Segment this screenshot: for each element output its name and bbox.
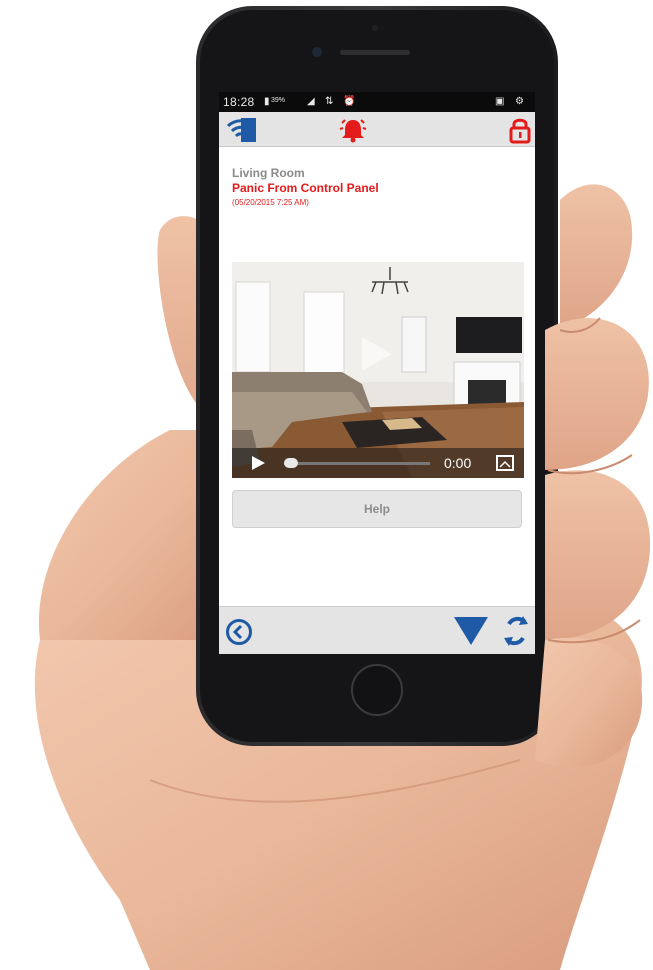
home-button	[351, 664, 403, 716]
alarm-bell-icon[interactable]	[339, 117, 367, 143]
video-controls: 0:00	[232, 448, 524, 478]
wifi-logo-icon	[227, 118, 256, 142]
video-player[interactable]: 0:00	[232, 262, 524, 478]
help-button[interactable]: Help	[232, 490, 522, 528]
dropdown-triangle-icon[interactable]	[453, 616, 489, 646]
finger-1	[560, 184, 633, 330]
notification-icon: ▣	[495, 96, 505, 107]
finger-2	[545, 318, 649, 470]
video-time: 0:00	[444, 455, 472, 471]
app-header	[219, 112, 535, 147]
finger-3	[545, 470, 651, 640]
battery-icon: ▮	[264, 96, 270, 107]
fullscreen-icon[interactable]	[496, 455, 514, 471]
alarm-timestamp: (05/20/2015 7:25 AM)	[232, 198, 309, 207]
signal-icon: ◢	[307, 96, 315, 107]
video-thumbnail	[232, 262, 524, 478]
lock-icon[interactable]	[509, 116, 531, 144]
status-bar: 18:28 39% ▮ ◢ ⇅ ⏰ ▣ ⚙	[219, 92, 535, 112]
play-icon[interactable]	[250, 455, 266, 471]
refresh-icon[interactable]	[501, 614, 531, 648]
alarm-event-title: Panic From Control Panel	[232, 181, 379, 195]
phone-screen: 18:28 39% ▮ ◢ ⇅ ⏰ ▣ ⚙ Living Room Panic …	[219, 92, 535, 654]
alarm-location: Living Room	[232, 166, 305, 180]
alarm-clock-icon: ⏰	[343, 96, 356, 107]
video-progress-knob[interactable]	[284, 458, 298, 468]
video-progress-track[interactable]	[284, 462, 430, 465]
status-time: 18:28	[223, 95, 255, 109]
alarm-info: Living Room Panic From Control Panel (05…	[232, 166, 379, 207]
settings-icon: ⚙	[515, 96, 524, 107]
back-icon[interactable]	[225, 618, 253, 646]
bottom-bar	[219, 606, 535, 654]
battery-level: 39%	[271, 97, 286, 104]
network-icon: ⇅	[325, 96, 334, 107]
